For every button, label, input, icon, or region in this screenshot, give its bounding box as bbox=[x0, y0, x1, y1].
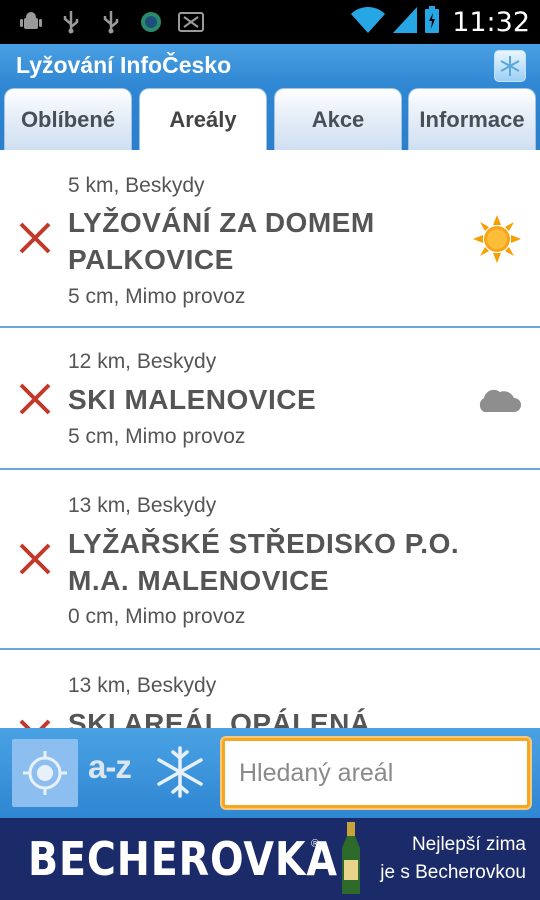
tab-label: Informace bbox=[419, 106, 525, 132]
resort-distance-region: 13 km, Beskydy bbox=[68, 674, 217, 697]
resort-row[interactable]: 12 km, Beskydy SKI MALENOVICE 5 cm, Mimo… bbox=[0, 328, 540, 470]
resort-name-line1: LYŽOVÁNÍ ZA DOMEM bbox=[68, 207, 375, 238]
closed-x-icon bbox=[19, 383, 51, 415]
snow-filter-button[interactable] bbox=[152, 744, 208, 805]
resort-row[interactable]: 13 km, Beskydy LYŽAŘSKÉ STŘEDISKO P.O. M… bbox=[0, 470, 540, 650]
resort-list[interactable]: 5 km, Beskydy LYŽOVÁNÍ ZA DOMEM PALKOVIC… bbox=[0, 150, 540, 728]
cloud-icon bbox=[479, 389, 521, 412]
crosshair-icon bbox=[23, 751, 67, 795]
resort-distance-region: 12 km, Beskydy bbox=[68, 350, 217, 373]
tab-label: Akce bbox=[311, 106, 365, 132]
becherovka-logo: BECHEROVKA bbox=[28, 832, 338, 886]
resort-distance-region: 5 km, Beskydy bbox=[68, 174, 205, 197]
resort-snow-status: 0 cm, Mimo provoz bbox=[68, 605, 246, 628]
tab-bar: Oblíbené Areály Akce Informace bbox=[0, 88, 540, 150]
resort-name-line1: SKI AREÁL OPÁLENÁ bbox=[68, 708, 371, 728]
ad-slogan-line1: Nejlepší zima bbox=[411, 834, 526, 855]
clock: 11:32 bbox=[452, 6, 530, 38]
status-bar: 11:32 bbox=[0, 0, 540, 44]
notification-icons bbox=[18, 10, 204, 34]
ad-slogan-line2: je s Becherovkou bbox=[380, 862, 526, 883]
sort-az-button[interactable]: a-z bbox=[88, 748, 132, 786]
resort-name-line2: M.A. MALENOVICE bbox=[68, 565, 330, 596]
search-input[interactable] bbox=[225, 741, 527, 805]
signal-icon bbox=[392, 6, 418, 39]
bottle-icon bbox=[342, 822, 360, 894]
resort-row[interactable]: 13 km, Beskydy SKI AREÁL OPÁLENÁ bbox=[0, 650, 540, 728]
closed-x-icon bbox=[19, 719, 51, 728]
app-notification-icon bbox=[138, 10, 164, 34]
wifi-icon bbox=[350, 6, 386, 39]
sun-icon bbox=[473, 215, 521, 263]
tab-information[interactable]: Informace bbox=[408, 88, 536, 150]
bottom-toolbar: a-z bbox=[0, 728, 540, 818]
app-title: Lyžování InfoČesko bbox=[16, 52, 232, 78]
tab-label: Areály bbox=[169, 106, 237, 132]
sd-card-icon bbox=[178, 10, 204, 34]
usb-icon bbox=[98, 10, 124, 34]
system-icons: 11:32 bbox=[350, 4, 530, 40]
closed-x-icon bbox=[19, 543, 51, 575]
search-field[interactable] bbox=[222, 738, 530, 808]
resort-name-line2: PALKOVICE bbox=[68, 244, 234, 275]
registered-mark: ® bbox=[311, 838, 320, 850]
usb-icon bbox=[58, 10, 84, 34]
android-debug-icon bbox=[18, 10, 44, 34]
resort-distance-region: 13 km, Beskydy bbox=[68, 494, 217, 517]
tab-resorts[interactable]: Areály bbox=[139, 88, 267, 150]
battery-icon bbox=[424, 5, 440, 39]
resort-snow-status: 5 cm, Mimo provoz bbox=[68, 285, 246, 308]
gps-location-button[interactable] bbox=[12, 739, 78, 807]
resort-name-line1: LYŽAŘSKÉ STŘEDISKO P.O. bbox=[68, 528, 460, 559]
resort-snow-status: 5 cm, Mimo provoz bbox=[68, 425, 246, 448]
app-title-bar: Lyžování InfoČesko bbox=[0, 44, 540, 88]
snowflake-icon bbox=[157, 746, 203, 798]
tab-favorites[interactable]: Oblíbené bbox=[4, 88, 132, 150]
resort-row[interactable]: 5 km, Beskydy LYŽOVÁNÍ ZA DOMEM PALKOVIC… bbox=[0, 150, 540, 328]
ad-banner[interactable]: BECHEROVKA ® Nejlepší zima je s Becherov… bbox=[0, 818, 540, 900]
closed-x-icon bbox=[19, 222, 51, 254]
resort-name-line1: SKI MALENOVICE bbox=[68, 384, 317, 415]
snowflake-app-icon[interactable] bbox=[494, 50, 526, 82]
tab-events[interactable]: Akce bbox=[274, 88, 402, 150]
tab-label: Oblíbené bbox=[20, 106, 116, 132]
